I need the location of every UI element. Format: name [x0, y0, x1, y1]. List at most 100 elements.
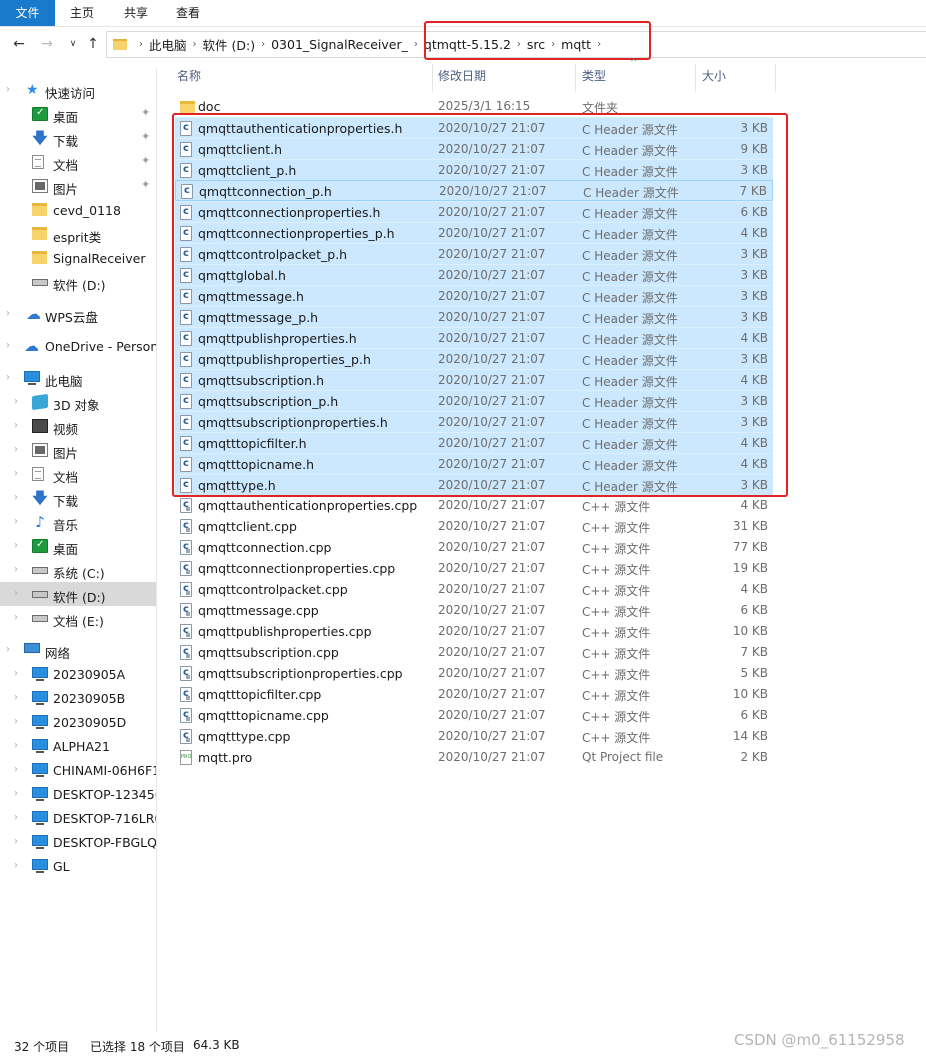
sidebar-item[interactable]: › ☁ OneDrive - Persona — [0, 334, 156, 358]
sidebar-item[interactable]: › 桌面 — [0, 534, 156, 558]
chevron-right-icon[interactable]: › — [14, 860, 18, 871]
column-divider[interactable] — [575, 64, 576, 92]
sidebar-item[interactable]: 图片 ✦ — [0, 174, 156, 198]
chevron-right-icon[interactable]: › — [14, 668, 18, 679]
sidebar-item[interactable]: › DESKTOP-716LR0 — [0, 806, 156, 830]
column-header-name[interactable]: 名称 — [177, 68, 201, 90]
sidebar-item[interactable]: › 网络 — [0, 638, 156, 662]
file-row[interactable]: qmqttconnection.cpp 2020/10/27 21:07 C++ 源… — [175, 537, 773, 558]
chevron-right-icon[interactable]: › — [414, 39, 418, 50]
file-row[interactable]: qmqttclient.cpp 2020/10/27 21:07 C++ 源文件 31… — [175, 516, 773, 537]
chevron-right-icon[interactable]: › — [14, 740, 18, 751]
file-row[interactable]: mqtt.pro 2020/10/27 21:07 Qt Project file 2… — [175, 747, 773, 768]
chevron-right-icon[interactable]: › — [14, 564, 18, 575]
file-row[interactable]: qmqttconnectionproperties.cpp 2020/10/27 … — [175, 558, 773, 579]
chevron-right-icon[interactable]: › — [14, 492, 18, 503]
sidebar-item[interactable]: › ★ 快速访问 — [0, 78, 156, 102]
sidebar-item[interactable]: › ALPHA21 — [0, 734, 156, 758]
chevron-right-icon[interactable]: › — [261, 39, 265, 50]
tab-home[interactable]: 主页 — [62, 0, 102, 26]
sidebar-item[interactable]: › GL — [0, 854, 156, 878]
file-row[interactable]: qmqttmessage.cpp 2020/10/27 21:07 C++ 源文件 6… — [175, 600, 773, 621]
sidebar-item[interactable]: › 系统 (C:) — [0, 558, 156, 582]
back-arrow-icon[interactable]: ← — [10, 35, 28, 53]
chevron-right-icon[interactable]: › — [193, 39, 197, 50]
sidebar-item[interactable]: › DESKTOP-FBGLQL — [0, 830, 156, 854]
sidebar-item[interactable]: › 3D 对象 — [0, 390, 156, 414]
chevron-right-icon[interactable]: › — [6, 308, 10, 319]
breadcrumb-this-pc[interactable]: 此电脑 — [149, 35, 187, 54]
sidebar-item[interactable]: › 软件 (D:) — [0, 582, 156, 606]
file-row[interactable]: qmqttcontrolpacket.cpp 2020/10/27 21:07 C+… — [175, 579, 773, 600]
sidebar-item[interactable]: › ♪ 音乐 — [0, 510, 156, 534]
sidebar-item[interactable]: › 20230905D — [0, 710, 156, 734]
sidebar-item-label: 图片 — [53, 182, 79, 197]
chevron-right-icon[interactable]: › — [14, 540, 18, 551]
chevron-right-icon[interactable]: › — [14, 612, 18, 623]
sidebar-item-label: 音乐 — [53, 518, 79, 533]
chevron-right-icon[interactable]: › — [6, 644, 10, 655]
chevron-right-icon[interactable]: › — [14, 692, 18, 703]
chevron-right-icon[interactable]: › — [14, 836, 18, 847]
file-row[interactable]: qmqttsubscriptionproperties.cpp 2020/10/2… — [175, 663, 773, 684]
sidebar-item[interactable]: › 20230905B — [0, 686, 156, 710]
sidebar-item[interactable]: › 图片 — [0, 438, 156, 462]
sidebar-item[interactable]: 软件 (D:) — [0, 270, 156, 294]
tab-file[interactable]: 文件 — [0, 0, 55, 26]
pin-icon[interactable]: ✦ — [141, 154, 150, 167]
chevron-right-icon[interactable]: › — [14, 444, 18, 455]
chevron-right-icon[interactable]: › — [14, 812, 18, 823]
chevron-right-icon[interactable]: › — [6, 340, 10, 351]
sidebar-item-label: 20230905D — [53, 715, 127, 730]
column-header-date[interactable]: 修改日期 — [438, 68, 486, 90]
breadcrumb-signalreceiver[interactable]: 0301_SignalReceiver_ — [271, 37, 408, 52]
breadcrumb-drive-d[interactable]: 软件 (D:) — [203, 35, 256, 54]
file-type: C++ 源文件 — [582, 710, 651, 724]
sidebar-item[interactable]: › 视频 — [0, 414, 156, 438]
forward-arrow-icon[interactable]: → — [38, 35, 56, 53]
sidebar-item[interactable]: 🡇 下载 ✦ — [0, 126, 156, 150]
sidebar-item[interactable]: esprit类 — [0, 222, 156, 246]
pin-icon[interactable]: ✦ — [141, 178, 150, 191]
sidebar-item[interactable]: › CHINAMI-06H6F1 — [0, 758, 156, 782]
sidebar-item[interactable]: › 此电脑 — [0, 366, 156, 390]
chevron-right-icon[interactable]: › — [14, 396, 18, 407]
file-row[interactable]: qmqttpublishproperties.cpp 2020/10/27 21:… — [175, 621, 773, 642]
chevron-right-icon[interactable]: › — [14, 420, 18, 431]
chevron-right-icon[interactable]: › — [139, 39, 143, 50]
file-row[interactable]: qmqttsubscription.cpp 2020/10/27 21:07 C++… — [175, 642, 773, 663]
column-divider[interactable] — [432, 64, 433, 92]
sidebar-item[interactable]: › 文档 (E:) — [0, 606, 156, 630]
file-row[interactable]: qmqtttopicfilter.cpp 2020/10/27 21:07 C++ … — [175, 684, 773, 705]
chevron-right-icon[interactable]: › — [6, 372, 10, 383]
chevron-right-icon[interactable]: › — [14, 516, 18, 527]
sidebar-item[interactable]: › 文档 — [0, 462, 156, 486]
sidebar-item[interactable]: 桌面 ✦ — [0, 102, 156, 126]
sidebar-item[interactable]: › 🡇 下载 — [0, 486, 156, 510]
tab-share[interactable]: 共享 — [116, 0, 156, 26]
sidebar-item[interactable]: › DESKTOP-123456 — [0, 782, 156, 806]
tab-view[interactable]: 查看 — [168, 0, 208, 26]
column-header-type[interactable]: 类型 — [582, 68, 606, 90]
file-row[interactable]: qmqtttopicname.cpp 2020/10/27 21:07 C++ 源文… — [175, 705, 773, 726]
chevron-right-icon[interactable]: › — [14, 788, 18, 799]
chevron-down-icon[interactable]: ∨ — [64, 35, 82, 53]
file-row[interactable]: qmqtttype.cpp 2020/10/27 21:07 C++ 源文件 14 K… — [175, 726, 773, 747]
sidebar-item[interactable]: › 20230905A — [0, 662, 156, 686]
chevron-right-icon[interactable]: › — [14, 716, 18, 727]
sidebar-item[interactable]: › ☁ WPS云盘 — [0, 302, 156, 326]
column-divider[interactable] — [775, 64, 776, 92]
column-divider[interactable] — [695, 64, 696, 92]
sidebar-item[interactable]: cevd_0118 — [0, 198, 156, 222]
chevron-right-icon[interactable]: › — [14, 588, 18, 599]
chevron-right-icon[interactable]: › — [6, 84, 10, 95]
sidebar-item[interactable]: SignalReceiver — [0, 246, 156, 270]
pin-icon[interactable]: ✦ — [141, 106, 150, 119]
sidebar-item[interactable]: 文档 ✦ — [0, 150, 156, 174]
chevron-right-icon[interactable]: › — [14, 764, 18, 775]
column-header-size[interactable]: 大小 — [702, 68, 726, 90]
file-row[interactable]: qmqttauthenticationproperties.cpp 2020/10… — [175, 495, 773, 516]
chevron-right-icon[interactable]: › — [14, 468, 18, 479]
pin-icon[interactable]: ✦ — [141, 130, 150, 143]
up-arrow-icon[interactable]: ↑ — [84, 35, 102, 53]
